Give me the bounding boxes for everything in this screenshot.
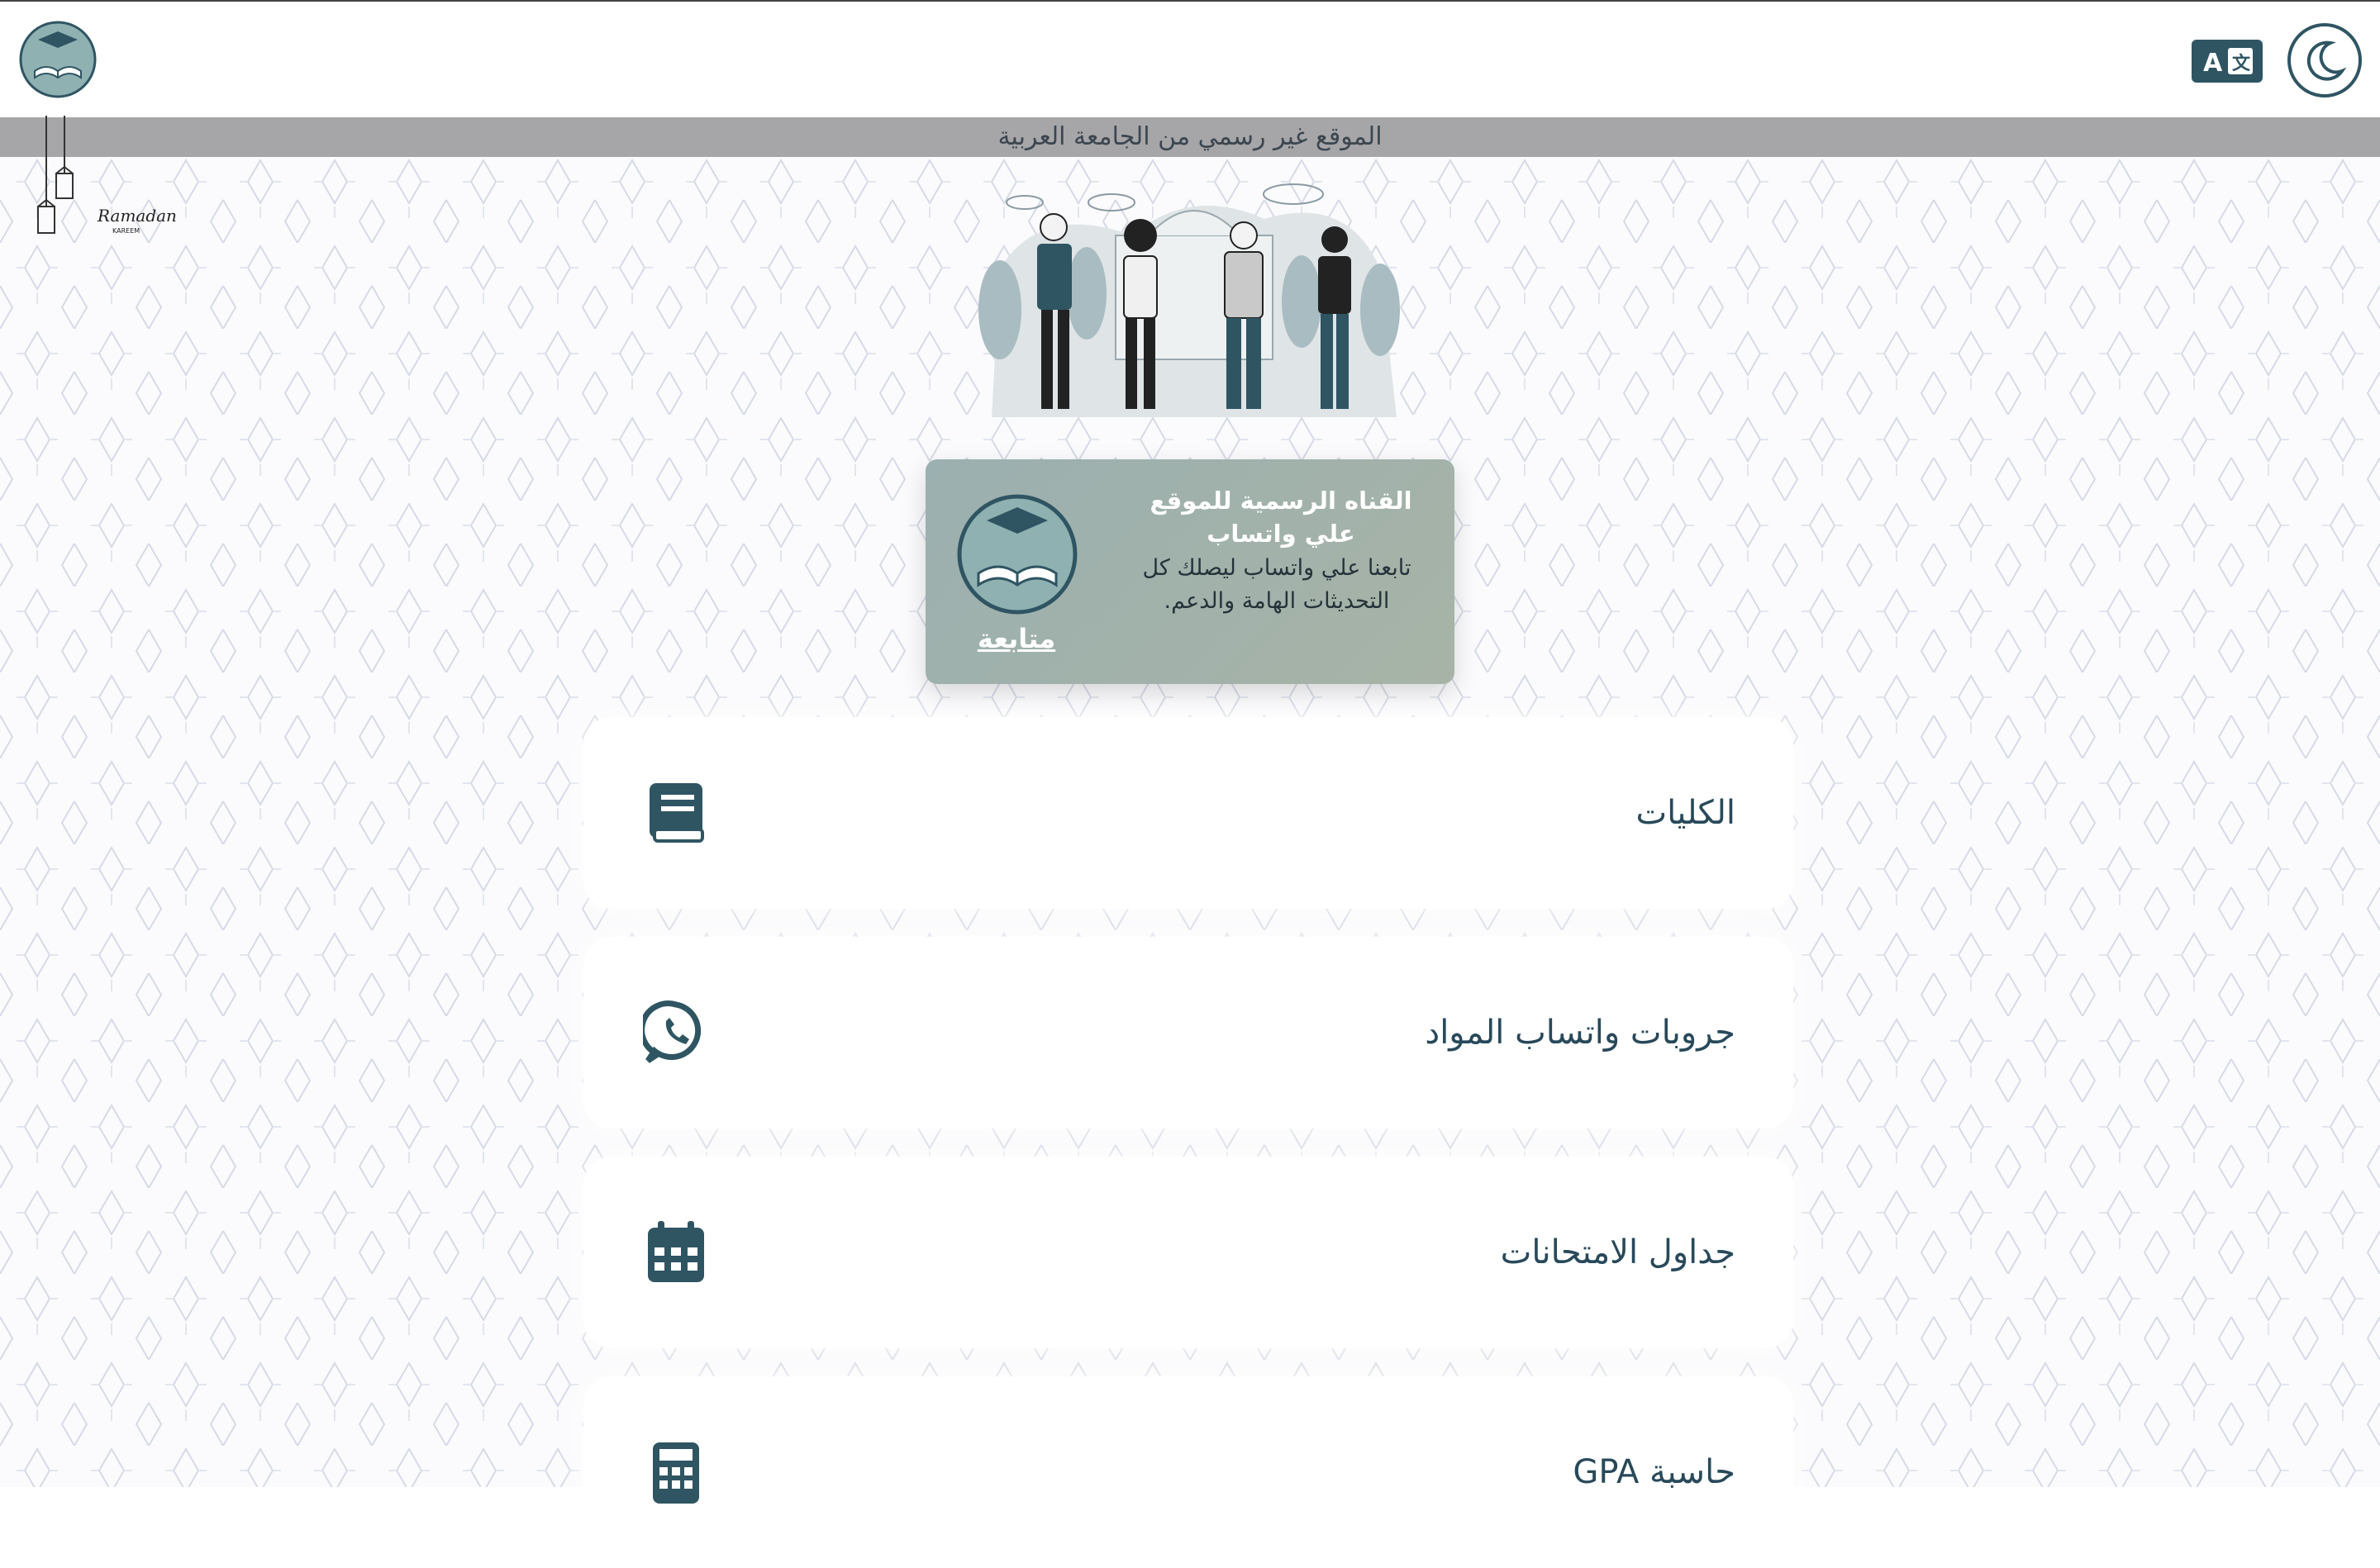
follow-channel-link[interactable]: متابعة <box>959 623 1074 654</box>
menu-item-whatsapp-groups[interactable]: جروبات واتساب المواد <box>583 937 1793 1128</box>
unofficial-notice-bar: الموقع غير رسمي من الجامعة العربية <box>0 117 2380 157</box>
moon-icon <box>2306 40 2347 81</box>
svg-text:文: 文 <box>2232 53 2251 74</box>
theme-toggle-button[interactable] <box>2287 23 2362 97</box>
menu-item-exam-schedules[interactable]: جداول الامتحانات <box>583 1157 1793 1348</box>
menu-item-gpa-calculator[interactable]: حاسبة GPA <box>583 1376 1793 1568</box>
menu-item-faculties[interactable]: الكليات <box>583 717 1793 909</box>
notice-text: الموقع غير رسمي من الجامعة العربية <box>997 122 1383 151</box>
calculator-icon <box>653 1442 699 1504</box>
book-icon <box>650 783 704 843</box>
menu-item-label: جروبات واتساب المواد <box>1425 1014 1735 1052</box>
channel-description: تابعنا علي واتساب ليصلك كل التحديثات اله… <box>1142 555 1411 614</box>
ramadan-lanterns-decoration: Ramadan KAREEM <box>37 116 177 235</box>
whatsapp-icon <box>643 1000 702 1063</box>
channel-title: القناه الرسمية للموقع علي واتساب <box>1150 487 1412 548</box>
graduation-book-logo <box>957 494 1078 615</box>
whatsapp-channel-card: متابعة القناه الرسمية للموقع علي واتساب … <box>926 459 1454 684</box>
menu-item-label: الكليات <box>1635 794 1735 832</box>
header: A 文 <box>0 2 2380 116</box>
ramadan-text: Ramadan <box>97 206 177 226</box>
ramadan-subtext: KAREEM <box>112 227 140 235</box>
students-campus-illustration <box>978 183 1400 417</box>
graduation-book-logo[interactable] <box>18 20 98 99</box>
svg-text:A: A <box>2203 49 2223 78</box>
calendar-icon <box>648 1221 704 1282</box>
translate-button[interactable]: A 文 <box>2192 40 2263 83</box>
menu-item-label: جداول الامتحانات <box>1500 1233 1735 1271</box>
translate-icon: A 文 <box>2203 48 2253 78</box>
menu-item-label: حاسبة GPA <box>1573 1453 1735 1491</box>
